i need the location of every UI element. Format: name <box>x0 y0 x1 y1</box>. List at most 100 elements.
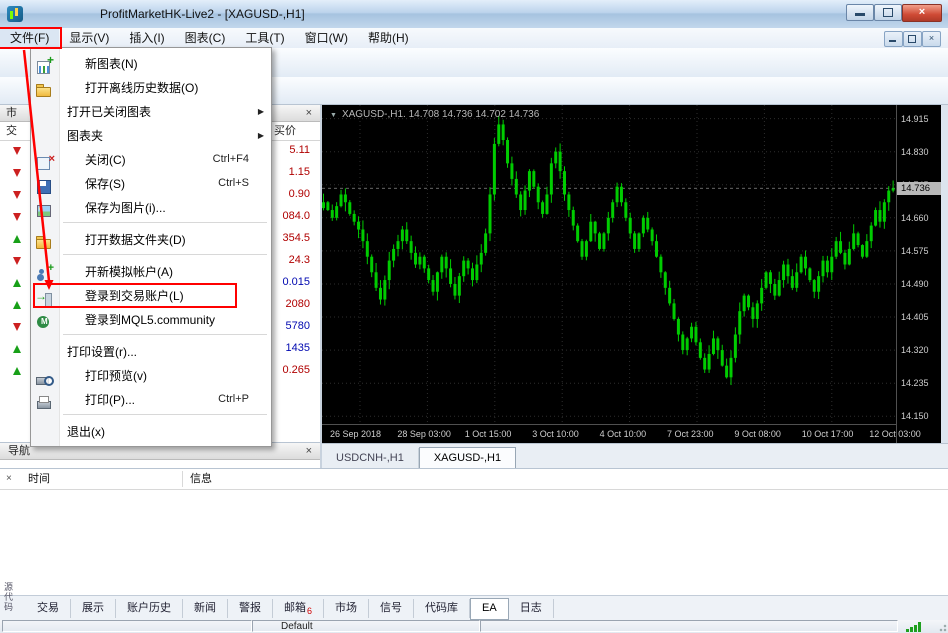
terminal-tab-信号[interactable]: 信号 <box>369 599 414 618</box>
login-icon <box>36 291 54 307</box>
menu-item-shortcut: Ctrl+S <box>218 177 249 189</box>
terminal-tab-日志[interactable]: 日志 <box>509 599 554 618</box>
ask-price-value: 24.3 <box>289 254 310 266</box>
price-tick-label: 14.830 <box>901 147 929 157</box>
menu-item-print[interactable]: 打印(P)...Ctrl+P <box>31 387 271 411</box>
ask-price-value: 0.90 <box>289 188 310 200</box>
print-icon <box>36 395 54 411</box>
arrow-down-icon <box>13 213 21 221</box>
ask-price-value: 0.015 <box>282 276 310 288</box>
status-cell-info <box>480 620 898 632</box>
window-close-button[interactable]: × <box>902 4 942 22</box>
price-tick-label: 14.150 <box>901 411 929 421</box>
current-price-tag: 14.736 <box>897 182 941 195</box>
terminal-tab-label: 新闻 <box>194 602 216 614</box>
chart-restore-button[interactable] <box>903 31 922 47</box>
menu-item-open-offline[interactable]: 打开离线历史数据(O) <box>31 75 271 99</box>
terminal-tab-展示[interactable]: 展示 <box>71 599 116 618</box>
chart-close-button[interactable]: × <box>922 31 941 47</box>
ask-price-value: 354.5 <box>282 232 310 244</box>
terminal-tab-label: 代码库 <box>425 602 458 614</box>
terminal-tab-label: 邮箱 <box>284 602 306 614</box>
menu-item-open-data-folder[interactable]: 打开数据文件夹(D) <box>31 227 271 251</box>
menu-item-insert[interactable]: 插入(I) <box>119 28 174 48</box>
market-watch-close-icon[interactable]: × <box>306 106 312 121</box>
menu-item-profiles[interactable]: 图表夹▶ <box>31 123 271 147</box>
terminal-tab-代码库[interactable]: 代码库 <box>414 599 470 618</box>
menu-item-exit[interactable]: 退出(x) <box>31 419 271 443</box>
terminal-tab-市场[interactable]: 市场 <box>324 599 369 618</box>
terminal-tab-交易[interactable]: 交易 <box>26 599 71 618</box>
window-maximize-button[interactable] <box>874 4 902 21</box>
menu-item-charts[interactable]: 图表(C) <box>175 28 236 48</box>
status-cell-connection <box>2 620 252 632</box>
market-watch-title-text: 市 <box>6 107 17 119</box>
one-click-trading-arrow-icon[interactable]: ▼ <box>330 112 337 119</box>
menu-item-save-picture[interactable]: 保存为图片(i)... <box>31 195 271 219</box>
time-tick-label: 28 Sep 03:00 <box>397 429 451 439</box>
chart-tab-bar: USDCNH-,H1XAGUSD-,H1 <box>322 443 948 469</box>
menu-item-new-chart[interactable]: 新图表(N) <box>31 51 271 75</box>
ask-column-header: 买价 <box>274 122 296 140</box>
arrow-down-icon <box>13 191 21 199</box>
terminal-tab-label: 警报 <box>239 602 261 614</box>
menu-item-file[interactable]: 文件(F) <box>0 28 59 48</box>
menu-item-label: 登录到交易账户(L) <box>85 287 184 304</box>
title-bar: ProfitMarketHK-Live2 - [XAGUSD-,H1] × <box>0 0 948 29</box>
status-cell-profile: Default <box>252 620 480 632</box>
menu-item-close[interactable]: 关闭(C)Ctrl+F4 <box>31 147 271 171</box>
navigator-close-icon[interactable]: × <box>306 444 312 459</box>
menu-item-open-deleted[interactable]: 打开已关闭图表 ▶ <box>31 99 271 123</box>
menu-item-tools[interactable]: 工具(T) <box>235 28 294 48</box>
chart-ohlc-header: ▼XAGUSD-,H1. 14.708 14.736 14.702 14.736 <box>330 109 539 120</box>
resize-grip[interactable] <box>937 622 947 632</box>
ask-price-value: 5780 <box>286 320 310 332</box>
time-tick-label: 26 Sep 2018 <box>330 429 381 439</box>
terminal-close-icon[interactable]: × <box>6 469 12 489</box>
terminal-tab-邮箱[interactable]: 邮箱6 <box>273 599 324 618</box>
picture-icon <box>36 203 54 219</box>
time-tick-label: 9 Oct 08:00 <box>734 429 781 439</box>
candlestick-chart[interactable] <box>322 105 896 424</box>
menu-item-print-setup[interactable]: 打印设置(r)... <box>31 339 271 363</box>
time-tick-label: 12 Oct 03:00 <box>869 429 921 439</box>
menu-item-help[interactable]: 帮助(H) <box>358 28 419 48</box>
menu-bar: 文件(F)显示(V)插入(I)图表(C)工具(T)窗口(W)帮助(H) × <box>0 28 948 49</box>
price-tick-label: 14.320 <box>901 345 929 355</box>
terminal-header: × 时间 信息 <box>0 469 948 490</box>
time-column-header: 时间 <box>28 469 50 489</box>
column-divider[interactable] <box>182 471 183 487</box>
terminal-tab-ea[interactable]: EA <box>470 598 509 620</box>
menu-item-window[interactable]: 窗口(W) <box>295 28 358 48</box>
menu-item-login-trade-account[interactable]: 登录到交易账户(L) <box>31 283 271 307</box>
window-minimize-button[interactable] <box>846 4 874 21</box>
chart-tab-xagusd-h1[interactable]: XAGUSD-,H1 <box>419 447 516 469</box>
chart-minimize-button[interactable] <box>884 31 903 47</box>
menu-item-login-mql5[interactable]: 登录到MQL5.community <box>31 307 271 331</box>
terminal-tab-label: EA <box>482 602 497 614</box>
time-tick-label: 4 Oct 10:00 <box>600 429 647 439</box>
terminal-tab-label: 账户历史 <box>127 602 171 614</box>
folder-icon <box>36 235 54 251</box>
arrow-up-icon <box>13 279 21 287</box>
terminal-tab-新闻[interactable]: 新闻 <box>183 599 228 618</box>
message-column-header: 信息 <box>190 469 212 489</box>
chart-tab-usdcnh-h1[interactable]: USDCNH-,H1 <box>322 448 419 468</box>
chart-window[interactable]: ▼XAGUSD-,H1. 14.708 14.736 14.702 14.736… <box>322 105 940 443</box>
terminal-tab-账户历史[interactable]: 账户历史 <box>116 599 183 618</box>
menu-item-label: 打开已关闭图表 <box>67 103 151 120</box>
menu-item-view[interactable]: 显示(V) <box>59 28 119 48</box>
arrow-up-icon <box>13 367 21 375</box>
menu-item-open-account[interactable]: 开新模拟帐户(A) <box>31 259 271 283</box>
menu-item-label: 开新模拟帐户(A) <box>85 263 173 280</box>
terminal-tab-label: 市场 <box>335 602 357 614</box>
terminal-tab-警报[interactable]: 警报 <box>228 599 273 618</box>
submenu-arrow-icon: ▶ <box>258 107 264 116</box>
arrow-down-icon <box>13 257 21 265</box>
menu-item-print-preview[interactable]: 打印预览(v) <box>31 363 271 387</box>
folder-icon <box>36 83 54 99</box>
save-icon <box>36 179 54 195</box>
menu-item-save[interactable]: 保存(S)Ctrl+S <box>31 171 271 195</box>
price-tick-label: 14.660 <box>901 213 929 223</box>
terminal-tab-label: 展示 <box>82 602 104 614</box>
